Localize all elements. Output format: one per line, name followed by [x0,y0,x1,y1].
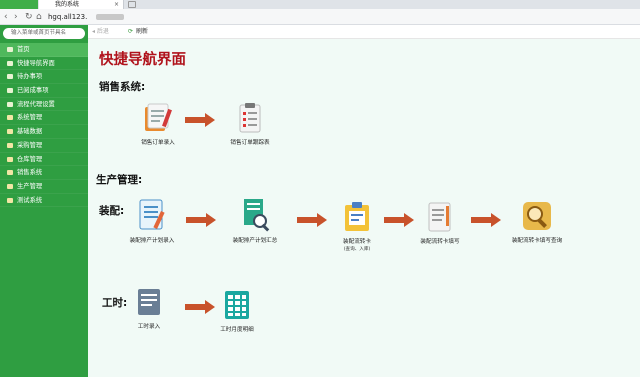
sidebar-item[interactable]: 快捷导航界面 [0,57,88,71]
item-label: 装配流转卡填写 [420,239,460,245]
address-bar: ‹ › ↻ ⌂ hgq.all123. [0,9,640,25]
home-icon [7,47,13,52]
sidebar-item-label: 采购管理 [17,141,43,149]
sales-heading: 销售系统: [99,81,146,93]
item-label: 装配排产计划汇总 [232,238,278,244]
back-button[interactable]: ◂ 后退 [92,27,109,36]
sidebar-item-label: 已阅成事项 [17,87,49,95]
sidebar-item-label: 首页 [17,46,30,53]
nav-item-order-tracking[interactable]: 销售订单跟踪表 [210,101,290,146]
sidebar-item[interactable]: 待办事项 [0,70,88,85]
item-label: 装配排产计划录入 [129,238,175,244]
folder-icon [7,142,13,148]
content-toolbar: ◂ 后退 ⟳ 刷新 [88,25,640,39]
refresh-icon: ⟳ [128,28,134,35]
sidebar-item[interactable]: 系统管理 [0,111,88,126]
sidebar-item[interactable]: 测试系统 [0,194,88,208]
sidebar-item-label: 仓库管理 [17,155,43,163]
reload-icon[interactable]: ↻ [25,12,33,22]
doc-icon [7,101,13,107]
page-title: 快捷导航界面 [99,52,186,68]
sidebar-item[interactable]: 采购管理 [0,139,88,153]
tab-title: 我的系统 [55,1,80,8]
nav-item-plan-summary[interactable]: 装配排产计划汇总 [215,197,295,244]
sidebar-item[interactable]: 流程代理设置 [0,98,88,112]
sidebar: 输入菜单或首页节具名 首页快捷导航界面 待办事项已阅成事项流程代理设置 系统管理基础… [0,25,88,377]
sidebar-item-label: 系统管理 [17,114,43,122]
order-entry-icon [145,103,172,131]
sidebar-item[interactable]: 生产管理 [0,180,88,194]
plan-summary-icon [244,199,270,232]
nav-item-card-search[interactable]: 装配流转卡填写查询 [497,199,577,244]
doc-icon [7,60,13,66]
sidebar-item[interactable]: 销售系统 [0,166,88,180]
folder-icon [7,156,13,162]
nav-item-time-entry[interactable]: 工时录入 [109,285,189,330]
nav-item-monthly-detail[interactable]: 工时月度明细 [197,288,277,333]
plan-entry-icon [139,199,165,230]
refresh-label: 刷新 [136,28,149,35]
forward-icon[interactable]: › [14,12,18,22]
item-label: 装配流转卡填写查询 [511,238,563,244]
folder-icon [7,170,13,176]
folder-icon [7,197,13,203]
item-label: 工时月度明细 [220,327,254,333]
transfer-card-icon [345,202,369,231]
sidebar-item-label: 流程代理设置 [17,100,55,108]
order-tracking-icon [239,103,261,133]
sidebar-item[interactable]: 首页 [0,43,88,57]
arrow-icon [186,213,216,227]
sidebar-item[interactable]: 仓库管理 [0,153,88,167]
sidebar-menu: 首页快捷导航界面 待办事项已阅成事项流程代理设置 系统管理基础数据采购管理仓库管理销… [0,43,88,208]
card-fill-icon [428,202,451,232]
item-label: 工时录入 [137,324,161,330]
item-sublabel: (查询、入库) [343,247,371,252]
doc-icon [7,88,13,94]
url-redacted [96,14,124,20]
browser-logo [0,0,38,9]
sidebar-item-label: 快捷导航界面 [17,59,55,67]
browser-tab-bar: 我的系统 × [0,0,640,9]
time-entry-icon [138,289,160,315]
browser-tab[interactable]: 我的系统 × [39,0,124,9]
doc-icon [7,74,13,80]
item-label: 销售订单录入 [141,140,175,146]
nav-item-plan-entry[interactable]: 装配排产计划录入 [112,197,192,244]
tab-close-icon[interactable]: × [114,0,119,9]
sidebar-item-label: 待办事项 [17,73,43,81]
card-search-icon [523,202,551,230]
item-label: 装配流转卡 [343,239,371,245]
home-icon[interactable]: ⌂ [36,12,42,22]
menu-search-input[interactable]: 输入菜单或首页节具名 [3,28,85,39]
item-label: 销售订单跟踪表 [230,140,270,146]
nav-item-card-fill[interactable]: 装配流转卡填写 [400,200,480,245]
folder-icon [7,115,13,121]
monthly-detail-icon [225,291,249,319]
sidebar-item[interactable]: 基础数据 [0,125,88,139]
sidebar-item[interactable]: 已阅成事项 [0,84,88,98]
folder-icon [7,183,13,189]
sidebar-item-label: 生产管理 [17,182,43,190]
main-content: 快捷导航界面 销售系统: 销售订单录入 销售订单跟踪表 生产管理: 装配: 装配… [88,39,640,377]
new-tab-icon[interactable] [128,1,136,8]
refresh-button[interactable]: ⟳ 刷新 [128,27,148,36]
production-heading: 生产管理: [96,174,143,186]
sidebar-item-label: 基础数据 [17,128,43,136]
sidebar-item-label: 销售系统 [17,169,43,177]
back-icon[interactable]: ‹ [4,12,8,22]
sidebar-item-label: 测试系统 [17,196,43,204]
folder-icon [7,129,13,135]
url-field[interactable]: hgq.all123. [48,12,87,22]
